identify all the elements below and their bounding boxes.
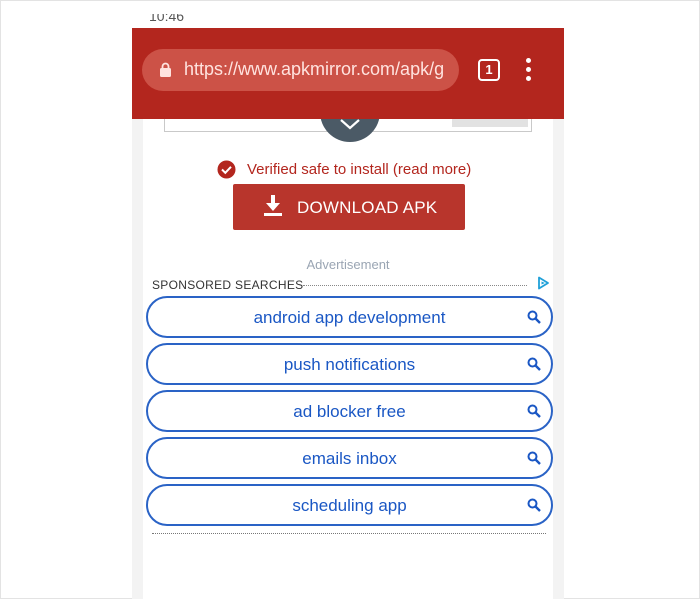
advertisement-label: Advertisement <box>306 257 390 272</box>
download-apk-button[interactable]: DOWNLOAD APK <box>233 184 465 230</box>
url-text[interactable]: https://www.apkmirror.com/apk/g <box>184 59 452 80</box>
sponsored-search-item[interactable]: scheduling app <box>146 484 553 526</box>
sponsored-search-item[interactable]: emails inbox <box>146 437 553 479</box>
search-item-label[interactable]: emails inbox <box>148 449 551 469</box>
search-item-label[interactable]: push notifications <box>148 355 551 375</box>
tab-switcher-button[interactable]: 1 <box>478 59 500 81</box>
search-item-label[interactable]: ad blocker free <box>148 402 551 422</box>
check-circle-icon <box>217 160 236 179</box>
sponsored-divider <box>303 285 527 286</box>
search-icon <box>527 404 541 418</box>
sponsored-search-item[interactable]: android app development <box>146 296 553 338</box>
search-icon <box>527 451 541 465</box>
sponsored-search-item[interactable]: ad blocker free <box>146 390 553 432</box>
search-icon <box>527 357 541 371</box>
sponsored-search-item[interactable]: push notifications <box>146 343 553 385</box>
status-icons <box>522 16 546 28</box>
adchoices-icon[interactable] <box>536 276 550 290</box>
search-icon <box>527 310 541 324</box>
overflow-menu-icon[interactable] <box>524 58 532 82</box>
phone-screen: 10:46 https://www.apkmirror.com/apk/g 1 … <box>132 14 564 599</box>
search-icon <box>527 498 541 512</box>
chevron-down-icon[interactable] <box>338 118 362 130</box>
search-item-label[interactable]: android app development <box>148 308 551 328</box>
ad-bottom-divider <box>152 533 546 534</box>
url-bar[interactable]: https://www.apkmirror.com/apk/g <box>142 49 459 91</box>
status-time: 10:46 <box>149 14 185 24</box>
verified-text[interactable]: Verified safe to install (read more) <box>247 161 471 178</box>
search-item-label[interactable]: scheduling app <box>148 496 551 516</box>
previous-content-box-fill <box>452 119 528 127</box>
lock-icon <box>160 62 171 77</box>
download-label[interactable]: DOWNLOAD APK <box>297 198 437 218</box>
sponsored-label: SPONSORED SEARCHES <box>152 278 304 292</box>
download-icon <box>264 195 282 216</box>
status-bar: 10:46 <box>132 14 564 28</box>
sponsored-header: SPONSORED SEARCHES <box>152 276 550 294</box>
